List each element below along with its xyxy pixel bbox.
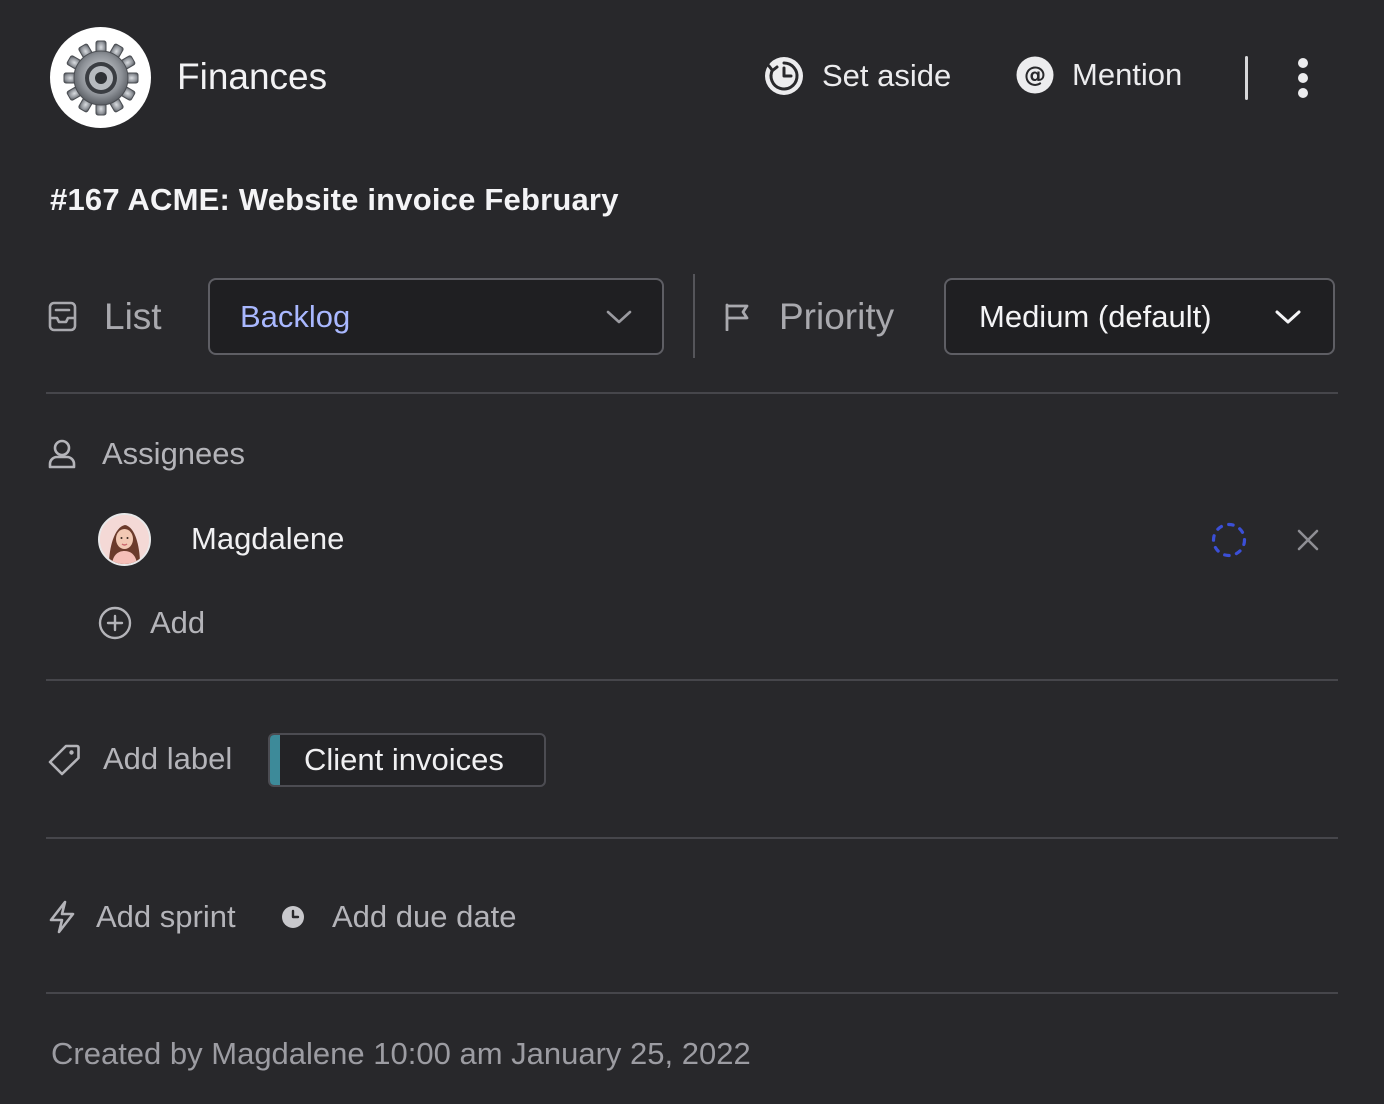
set-aside-button[interactable]: Set aside [764, 56, 951, 96]
add-sprint-button[interactable]: Add sprint [48, 899, 236, 935]
add-due-date-button[interactable]: Add due date [281, 899, 516, 935]
gear-icon [63, 40, 138, 115]
tag-icon [48, 744, 80, 775]
divider [46, 992, 1338, 994]
clock-icon [282, 906, 304, 928]
chevron-down-icon [1275, 310, 1301, 323]
at-icon: @ [1016, 56, 1054, 94]
task-title: #167 ACME: Website invoice February [50, 182, 619, 217]
close-icon [1297, 529, 1319, 551]
remove-assignee-button[interactable] [1292, 524, 1324, 556]
priority-label: Priority [779, 296, 895, 337]
divider [46, 392, 1338, 394]
flag-icon [724, 302, 751, 331]
clock-icon [765, 57, 803, 95]
label-chip[interactable]: Client invoices [268, 733, 546, 787]
loader-icon [1210, 521, 1248, 559]
add-label-label: Add label [103, 741, 233, 776]
label-color-bar [270, 735, 280, 785]
add-sprint-label: Add sprint [96, 899, 236, 934]
label-chip-text: Client invoices [304, 742, 504, 777]
list-select-value: Backlog [240, 298, 351, 334]
app-title: Finances [177, 56, 328, 97]
assignees-label: Assignees [102, 436, 246, 471]
app-logo [50, 27, 151, 128]
created-info: Created by Magdalene 10:00 am January 25… [51, 1036, 751, 1071]
mention-label: Mention [1072, 57, 1183, 92]
mention-button[interactable]: @ Mention [1016, 56, 1182, 94]
inbox-icon [48, 301, 77, 332]
priority-select[interactable]: Medium (default) [944, 278, 1335, 355]
divider [46, 679, 1338, 681]
list-select[interactable]: Backlog [208, 278, 664, 355]
list-label: List [104, 296, 162, 337]
more-vertical-icon [1298, 58, 1308, 68]
field-separator [693, 274, 695, 358]
more-options-button[interactable] [1288, 56, 1318, 100]
header-divider [1245, 56, 1248, 100]
avatar [98, 513, 151, 566]
bolt-icon [49, 900, 75, 934]
chevron-down-icon [606, 310, 632, 323]
assignee-name: Magdalene [191, 521, 345, 556]
add-label-button[interactable]: Add label [48, 741, 232, 777]
plus-circle-icon [98, 606, 132, 640]
svg-text:@: @ [1024, 63, 1046, 88]
set-aside-label: Set aside [822, 58, 952, 93]
user-icon [48, 439, 76, 469]
add-due-date-label: Add due date [332, 899, 517, 934]
add-assignee-label: Add [150, 605, 206, 640]
add-assignee-button[interactable]: Add [98, 605, 205, 641]
priority-select-value: Medium (default) [979, 298, 1212, 334]
divider [46, 837, 1338, 839]
